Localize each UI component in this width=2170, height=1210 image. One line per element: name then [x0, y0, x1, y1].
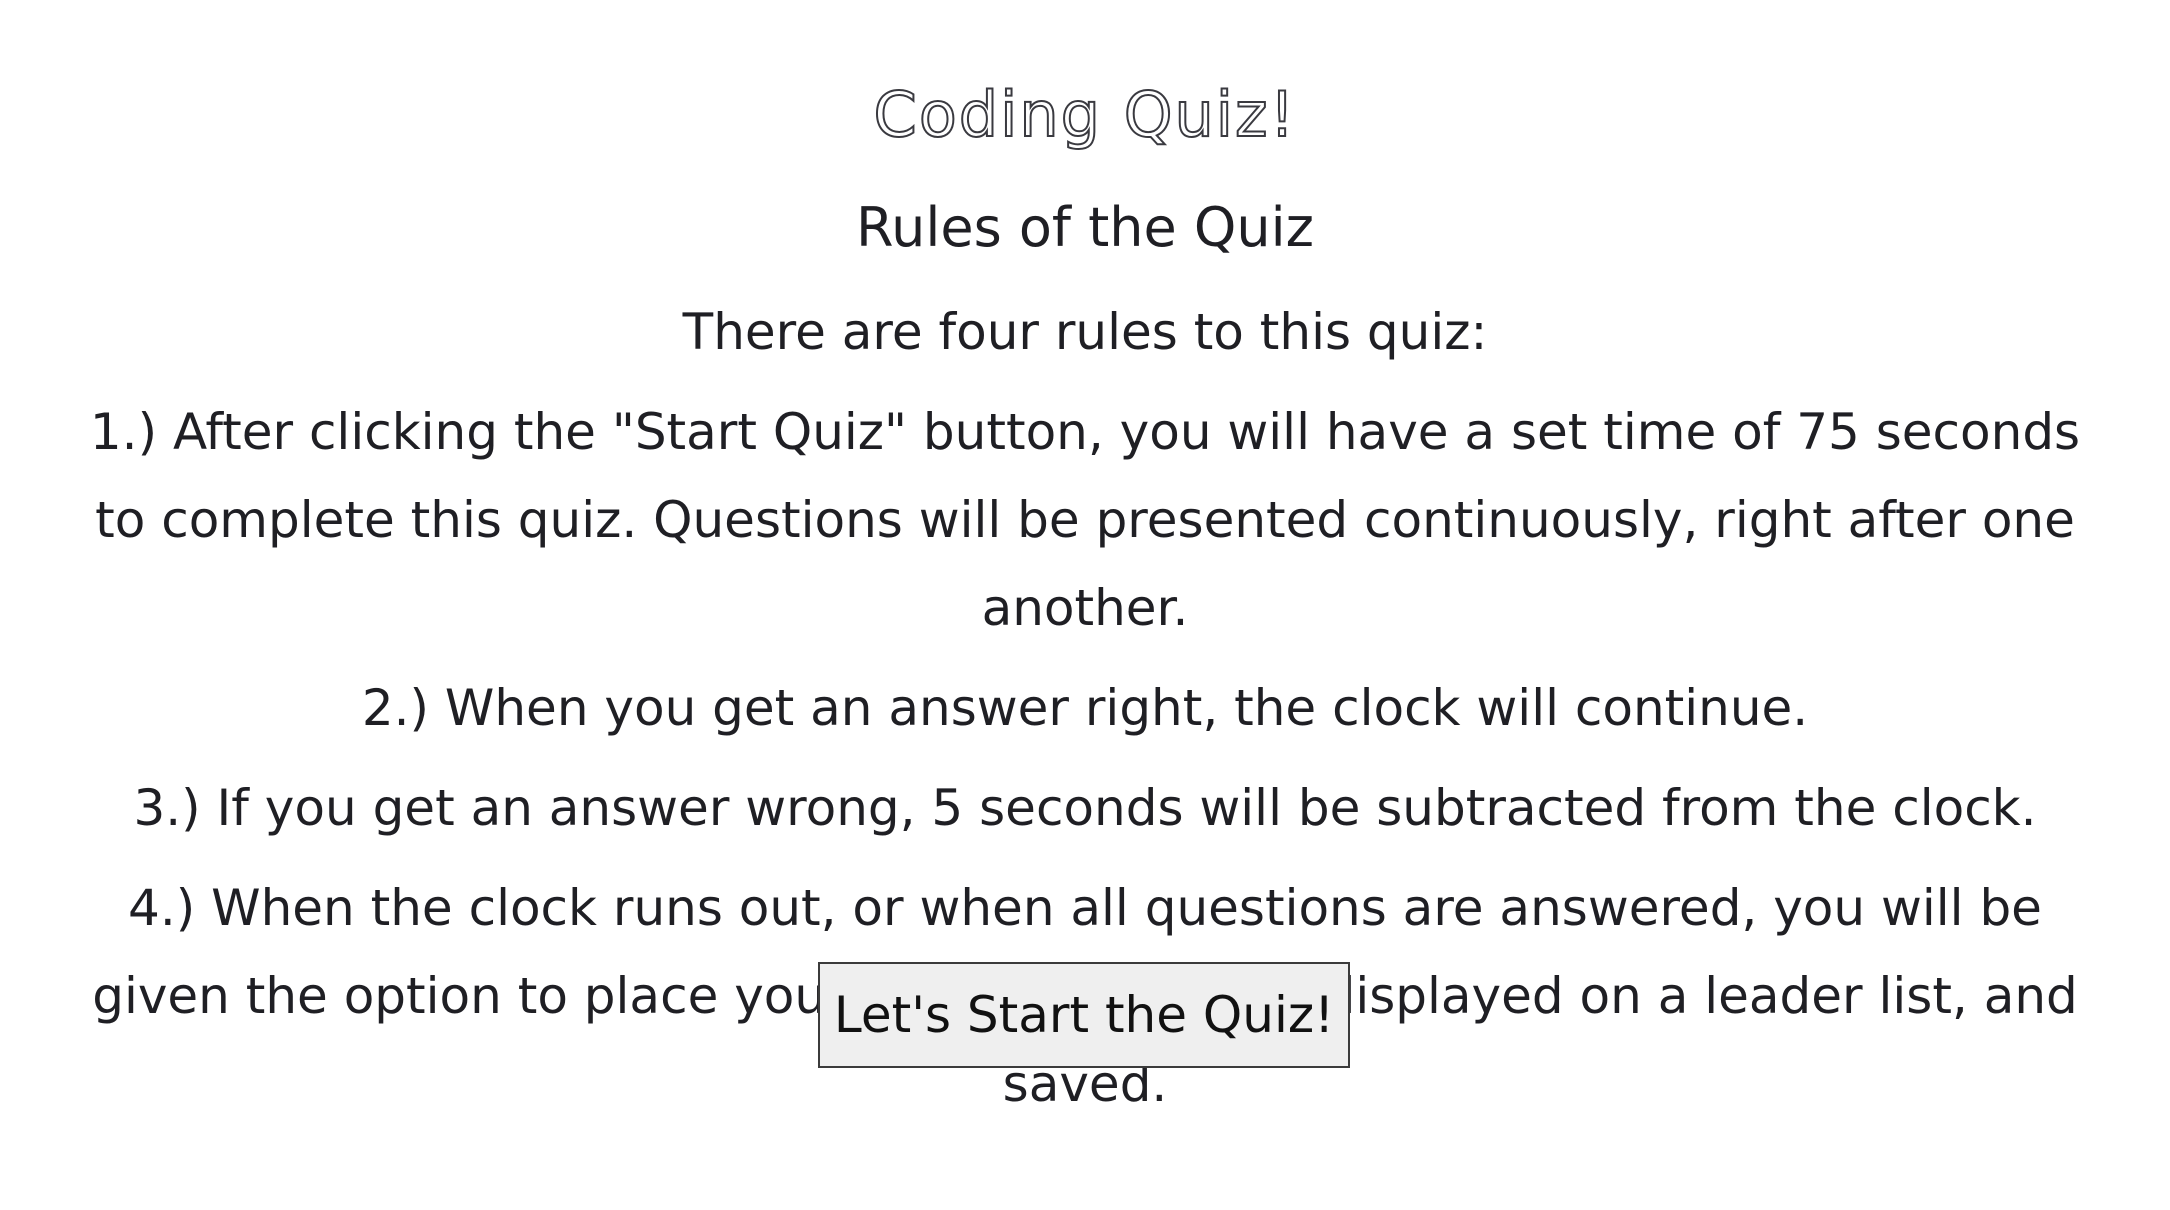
- rule-item-1: 1.) After clicking the "Start Quiz" butt…: [89, 403, 2081, 637]
- rules-intro: There are four rules to this quiz:: [682, 303, 1488, 361]
- rule-item-2: 2.) When you get an answer right, the cl…: [361, 679, 1809, 737]
- rules-heading: Rules of the Quiz: [856, 196, 1314, 259]
- quiz-start-page: Coding Quiz! Rules of the Quiz There are…: [0, 0, 2170, 1210]
- page-title: Coding Quiz!: [873, 77, 1297, 152]
- start-quiz-button[interactable]: Let's Start the Quiz!: [818, 962, 1350, 1068]
- rule-item-3: 3.) If you get an answer wrong, 5 second…: [133, 779, 2037, 837]
